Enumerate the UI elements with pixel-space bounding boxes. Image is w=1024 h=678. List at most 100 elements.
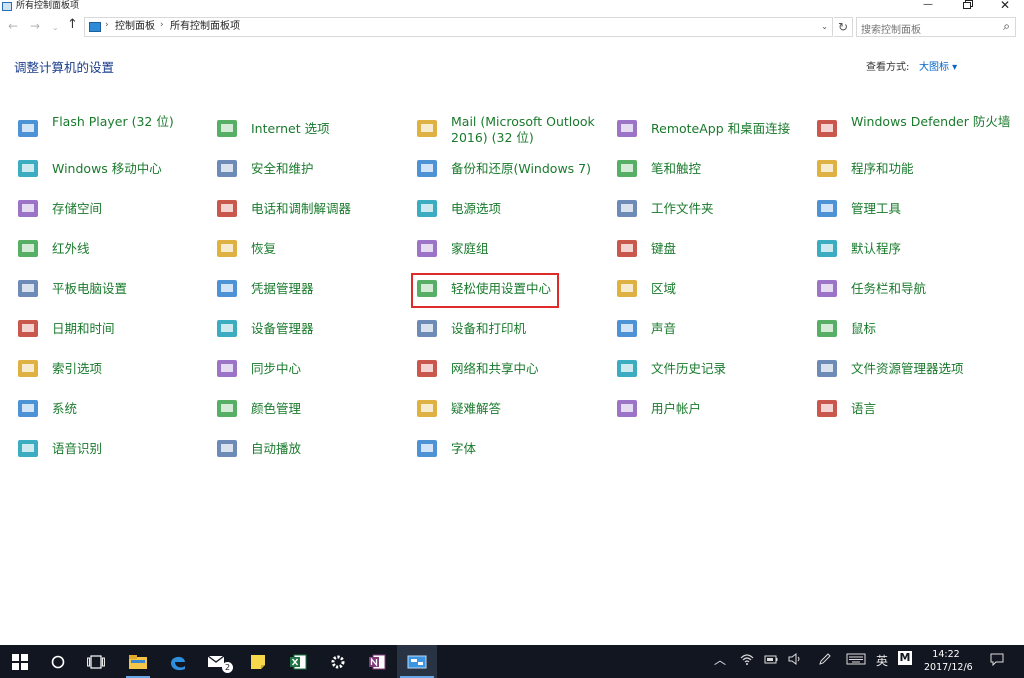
mail-taskbar-button[interactable]: 2	[198, 645, 238, 678]
control-panel-item[interactable]: Windows Defender 防火墙	[815, 110, 1010, 144]
control-panel-item[interactable]: 自动播放	[215, 430, 405, 464]
pen-tray-icon[interactable]	[818, 653, 832, 668]
control-panel-item-label: 区域	[651, 281, 677, 296]
control-panel-item[interactable]: 红外线	[16, 230, 206, 264]
sticky-notes-icon	[251, 654, 265, 669]
start-button[interactable]	[0, 645, 40, 678]
control-panel-item[interactable]: Mail (Microsoft Outlook 2016) (32 位)	[415, 110, 605, 145]
control-panel-item[interactable]: 用户帐户	[615, 390, 805, 424]
control-panel-item[interactable]: 工作文件夹	[615, 190, 805, 224]
file-explorer-taskbar-button[interactable]	[118, 645, 158, 678]
control-panel-item[interactable]: Internet 选项	[215, 110, 405, 144]
mail-icon	[415, 117, 439, 141]
control-panel-item-label: 索引选项	[52, 361, 103, 376]
mail-badge: 2	[222, 662, 233, 673]
control-panel-item[interactable]: 电源选项	[415, 190, 605, 224]
control-panel-item-label: 工作文件夹	[651, 201, 714, 216]
tray-overflow-button[interactable]: ︿	[714, 651, 726, 668]
cortana-button[interactable]	[38, 645, 78, 678]
backup-icon	[415, 157, 439, 181]
control-panel-item[interactable]: 键盘	[615, 230, 805, 264]
touch-keyboard-tray-icon[interactable]	[846, 653, 866, 668]
control-panel-item[interactable]: 设备和打印机	[415, 310, 605, 344]
control-panel-item[interactable]: 同步中心	[215, 350, 405, 384]
control-panel-item[interactable]: 索引选项	[16, 350, 206, 384]
control-panel-item[interactable]: 电话和调制解调器	[215, 190, 405, 224]
highlight-box	[411, 273, 559, 308]
control-panel-item-label: RemoteApp 和桌面连接	[651, 121, 791, 136]
onenote-taskbar-button[interactable]	[357, 645, 397, 678]
control-panel-item[interactable]: 日期和时间	[16, 310, 206, 344]
tablet-icon	[16, 277, 40, 301]
control-panel-item[interactable]: 鼠标	[815, 310, 1005, 344]
control-panel-item[interactable]: 任务栏和导航	[815, 270, 1005, 304]
ime-language-button[interactable]: 英	[876, 652, 888, 669]
windows-logo-icon	[12, 653, 28, 670]
storage-icon	[16, 197, 40, 221]
control-panel-item-label: 恢复	[251, 241, 277, 256]
mouse-icon	[815, 317, 839, 341]
sticky-notes-taskbar-button[interactable]	[238, 645, 278, 678]
control-panel-item-label: 平板电脑设置	[52, 281, 128, 296]
control-panel-item[interactable]: 管理工具	[815, 190, 1005, 224]
control-panel-item[interactable]: 默认程序	[815, 230, 1005, 264]
volume-tray-icon[interactable]	[788, 653, 802, 668]
control-panel-item[interactable]: Windows 移动中心	[16, 150, 206, 184]
control-panel-item[interactable]: Flash Player (32 位)	[16, 110, 206, 144]
programs-icon	[815, 157, 839, 181]
control-panel-item-label: 颜色管理	[251, 401, 302, 416]
folder-options-icon	[815, 357, 839, 381]
control-panel-item[interactable]: 存储空间	[16, 190, 206, 224]
default-programs-icon	[815, 237, 839, 261]
control-panel-item[interactable]: 设备管理器	[215, 310, 405, 344]
control-panel-item[interactable]: 安全和维护	[215, 150, 405, 184]
infrared-icon	[16, 237, 40, 261]
control-panel-item[interactable]: RemoteApp 和桌面连接	[615, 110, 805, 144]
control-panel-item[interactable]: 文件历史记录	[615, 350, 805, 384]
admin-tools-icon	[815, 197, 839, 221]
control-panel-item-label: 任务栏和导航	[851, 281, 927, 296]
settings-taskbar-button[interactable]	[318, 645, 358, 678]
control-panel-item[interactable]: 声音	[615, 310, 805, 344]
battery-tray-icon[interactable]	[764, 653, 778, 668]
control-panel-item[interactable]: 备份和还原(Windows 7)	[415, 150, 605, 184]
network-tray-icon[interactable]	[740, 653, 754, 668]
excel-taskbar-button[interactable]	[278, 645, 318, 678]
control-panel-item[interactable]: 程序和功能	[815, 150, 1005, 184]
control-panel-item-label: 默认程序	[851, 241, 902, 256]
wifi-icon	[740, 654, 754, 665]
speech-icon	[16, 437, 40, 461]
control-panel-item[interactable]: 语音识别	[16, 430, 206, 464]
control-panel-item[interactable]: 文件资源管理器选项	[815, 350, 1005, 384]
control-panel-item-label: 程序和功能	[851, 161, 914, 176]
speaker-icon	[788, 653, 800, 665]
control-panel-item[interactable]: 疑难解答	[415, 390, 605, 424]
language-icon	[815, 397, 839, 421]
control-panel-item[interactable]: 平板电脑设置	[16, 270, 206, 304]
control-panel-item-label: 管理工具	[851, 201, 902, 216]
sound-icon	[615, 317, 639, 341]
control-panel-item[interactable]: 颜色管理	[215, 390, 405, 424]
control-panel-item-label: 同步中心	[251, 361, 302, 376]
control-panel-item[interactable]: 家庭组	[415, 230, 605, 264]
control-panel-item[interactable]: 字体	[415, 430, 605, 464]
control-panel-item[interactable]: 网络和共享中心	[415, 350, 605, 384]
control-panel-item[interactable]: 凭据管理器	[215, 270, 405, 304]
date-time-icon	[16, 317, 40, 341]
clock[interactable]: 14:22 2017/12/6	[924, 648, 973, 674]
control-panel-item[interactable]: 区域	[615, 270, 805, 304]
control-panel-item[interactable]: 系统	[16, 390, 206, 424]
control-panel-item[interactable]: 语言	[815, 390, 1005, 424]
autoplay-icon	[215, 437, 239, 461]
control-panel-taskbar-button[interactable]	[397, 645, 437, 678]
control-panel-item[interactable]: 笔和触控	[615, 150, 805, 184]
flash-player-icon	[16, 117, 40, 141]
keyboard-tray-icon	[846, 653, 866, 665]
edge-taskbar-button[interactable]	[158, 645, 198, 678]
control-panel-item-label: 语言	[851, 401, 877, 416]
task-view-button[interactable]	[76, 645, 116, 678]
taskbar-icon	[815, 277, 839, 301]
control-panel-item[interactable]: 恢复	[215, 230, 405, 264]
action-center-button[interactable]	[990, 653, 1004, 669]
ime-mode-button[interactable]: M	[898, 651, 912, 665]
